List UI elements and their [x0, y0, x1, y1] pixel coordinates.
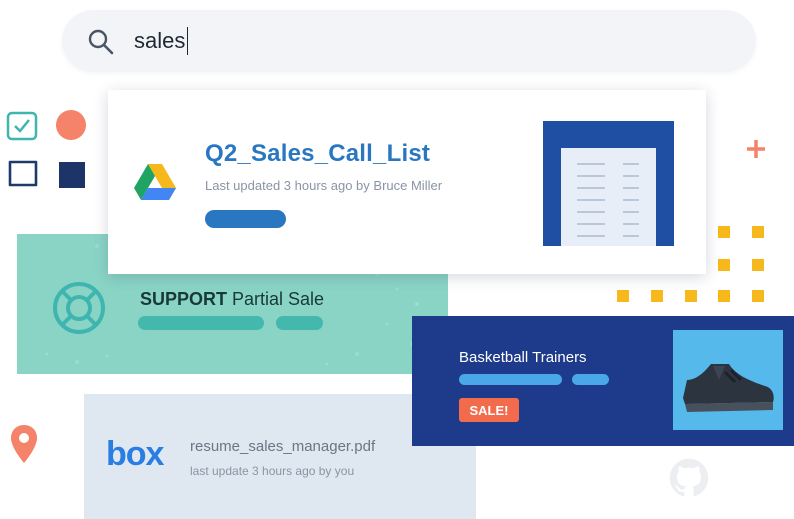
support-bar-short — [276, 316, 323, 330]
box-file-name[interactable]: resume_sales_manager.pdf — [190, 438, 375, 455]
location-pin-icon — [11, 425, 37, 463]
search-query: sales — [134, 28, 186, 53]
drive-file-title[interactable]: Q2_Sales_Call_List — [205, 140, 430, 168]
product-card[interactable]: Basketball Trainers SALE! — [412, 316, 794, 446]
drive-file-card[interactable]: Q2_Sales_Call_List Last updated 3 hours … — [108, 90, 706, 274]
drive-action-pill[interactable] — [205, 210, 286, 228]
support-label-rest: Partial Sale — [227, 289, 325, 309]
product-bar-short — [572, 374, 609, 385]
checkbox-checked-icon — [6, 111, 38, 141]
lifebuoy-icon — [53, 282, 105, 334]
document-page — [561, 148, 656, 246]
document-lines — [577, 163, 639, 237]
github-icon — [669, 458, 709, 497]
product-bar-long — [459, 374, 562, 385]
drive-file-meta: Last updated 3 hours ago by Bruce Miller — [205, 178, 443, 193]
plus-icon — [747, 140, 765, 158]
checkbox-empty-icon — [8, 160, 38, 187]
search-icon — [88, 29, 114, 55]
support-bar-long — [138, 316, 264, 330]
document-thumbnail — [543, 121, 674, 246]
box-logo: box — [106, 435, 164, 473]
support-label-bold: SUPPORT — [140, 289, 228, 309]
box-file-meta: last update 3 hours ago by you — [190, 464, 355, 478]
stage: sales SUPPORT Partial Sale Q2_Sales_Call… — [0, 0, 794, 519]
search-input[interactable]: sales — [134, 22, 189, 60]
google-drive-icon — [134, 164, 176, 200]
sneaker-icon — [683, 364, 774, 412]
search-bar[interactable]: sales — [62, 10, 756, 72]
support-title: SUPPORT Partial Sale — [140, 289, 324, 310]
product-title[interactable]: Basketball Trainers — [459, 349, 587, 366]
sale-badge: SALE! — [459, 398, 519, 422]
text-caret — [187, 27, 189, 55]
product-image — [673, 330, 783, 430]
navy-square-shape — [59, 162, 85, 188]
coral-circle-shape — [56, 110, 86, 140]
